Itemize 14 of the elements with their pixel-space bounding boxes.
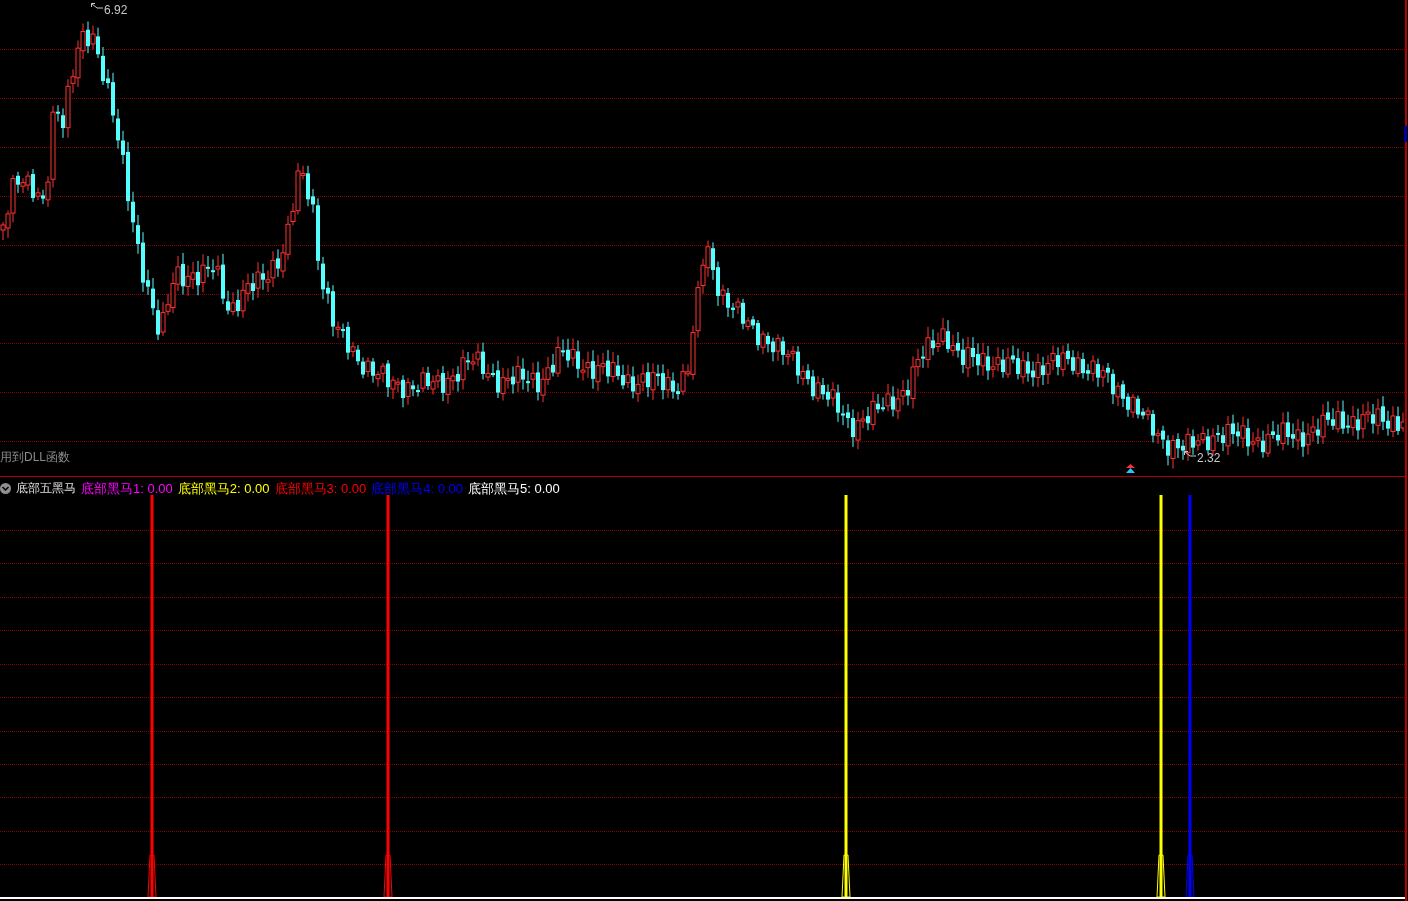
- legend-item: 底部黑马1: 0.00: [81, 480, 173, 496]
- collapse-icon[interactable]: [0, 482, 11, 494]
- price-marker: [1404, 126, 1407, 142]
- pointer-icon: [91, 3, 103, 11]
- legend-item: 底部黑马5: 0.00: [468, 480, 560, 496]
- legend-item: 底部黑马3: 0.00: [274, 480, 367, 496]
- legend-item: 底部黑马2: 0.00: [177, 480, 270, 496]
- note-text: 用到DLL函数: [0, 449, 70, 466]
- high-price-label: 6.92: [104, 2, 128, 19]
- arrow-up-icon: [1126, 464, 1135, 473]
- indicator-title: 底部五黑马: [16, 480, 76, 497]
- legend-item: 底部黑马4: 0.00: [371, 480, 464, 496]
- pointer-icon: [1184, 451, 1196, 459]
- low-price-label: 2.32: [1197, 450, 1221, 467]
